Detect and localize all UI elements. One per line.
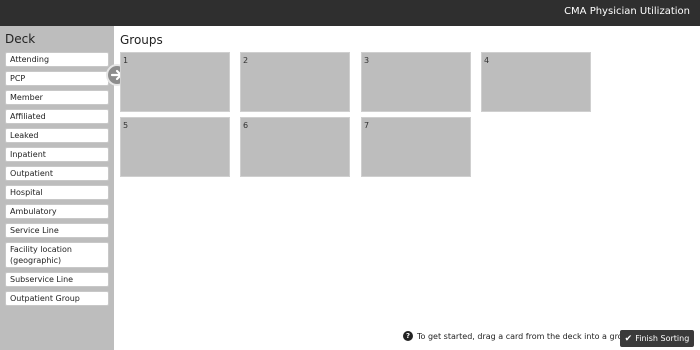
deck-card-inpatient[interactable]: Inpatient: [5, 147, 109, 162]
deck-card-service-line[interactable]: Service Line: [5, 223, 109, 238]
instruction-text: To get started, drag a card from the dec…: [417, 331, 636, 341]
deck-card-attending[interactable]: Attending: [5, 52, 109, 67]
deck-card-leaked[interactable]: Leaked: [5, 128, 109, 143]
deck-card-facility-location[interactable]: Facility location (geographic): [5, 242, 109, 268]
group-number: 2: [243, 56, 249, 65]
group-box-3[interactable]: 3: [361, 52, 471, 112]
group-number: 1: [123, 56, 129, 65]
deck-card-list: Attending PCP Member Affiliated Leaked I…: [5, 52, 109, 310]
deck-card-outpatient[interactable]: Outpatient: [5, 166, 109, 181]
question-circle-icon: ?: [403, 331, 413, 341]
group-number: 5: [123, 121, 129, 130]
app-title: CMA Physician Utilization: [564, 6, 690, 17]
deck-card-affiliated[interactable]: Affiliated: [5, 109, 109, 124]
groups-title: Groups: [120, 33, 163, 47]
deck-title: Deck: [5, 32, 36, 46]
group-box-7[interactable]: 7: [361, 117, 471, 177]
deck-card-ambulatory[interactable]: Ambulatory: [5, 204, 109, 219]
group-box-5[interactable]: 5: [120, 117, 230, 177]
deck-card-hospital[interactable]: Hospital: [5, 185, 109, 200]
group-box-6[interactable]: 6: [240, 117, 350, 177]
check-icon: ✔: [624, 333, 633, 344]
deck-card-subservice-line[interactable]: Subservice Line: [5, 272, 109, 287]
group-box-2[interactable]: 2: [240, 52, 350, 112]
group-box-1[interactable]: 1: [120, 52, 230, 112]
group-number: 3: [364, 56, 370, 65]
deck-card-pcp[interactable]: PCP: [5, 71, 109, 86]
deck-panel: Deck Attending PCP Member Affiliated Lea…: [0, 26, 114, 350]
deck-card-member[interactable]: Member: [5, 90, 109, 105]
deck-card-outpatient-group[interactable]: Outpatient Group: [5, 291, 109, 306]
group-box-4[interactable]: 4: [481, 52, 591, 112]
group-number: 4: [484, 56, 490, 65]
instruction-hint: ? To get started, drag a card from the d…: [403, 331, 635, 341]
top-bar: CMA Physician Utilization: [0, 0, 700, 26]
group-number: 7: [364, 121, 370, 130]
group-number: 6: [243, 121, 249, 130]
finish-sorting-label: Finish Sorting: [635, 334, 690, 343]
finish-sorting-button[interactable]: ✔ Finish Sorting: [620, 330, 694, 347]
